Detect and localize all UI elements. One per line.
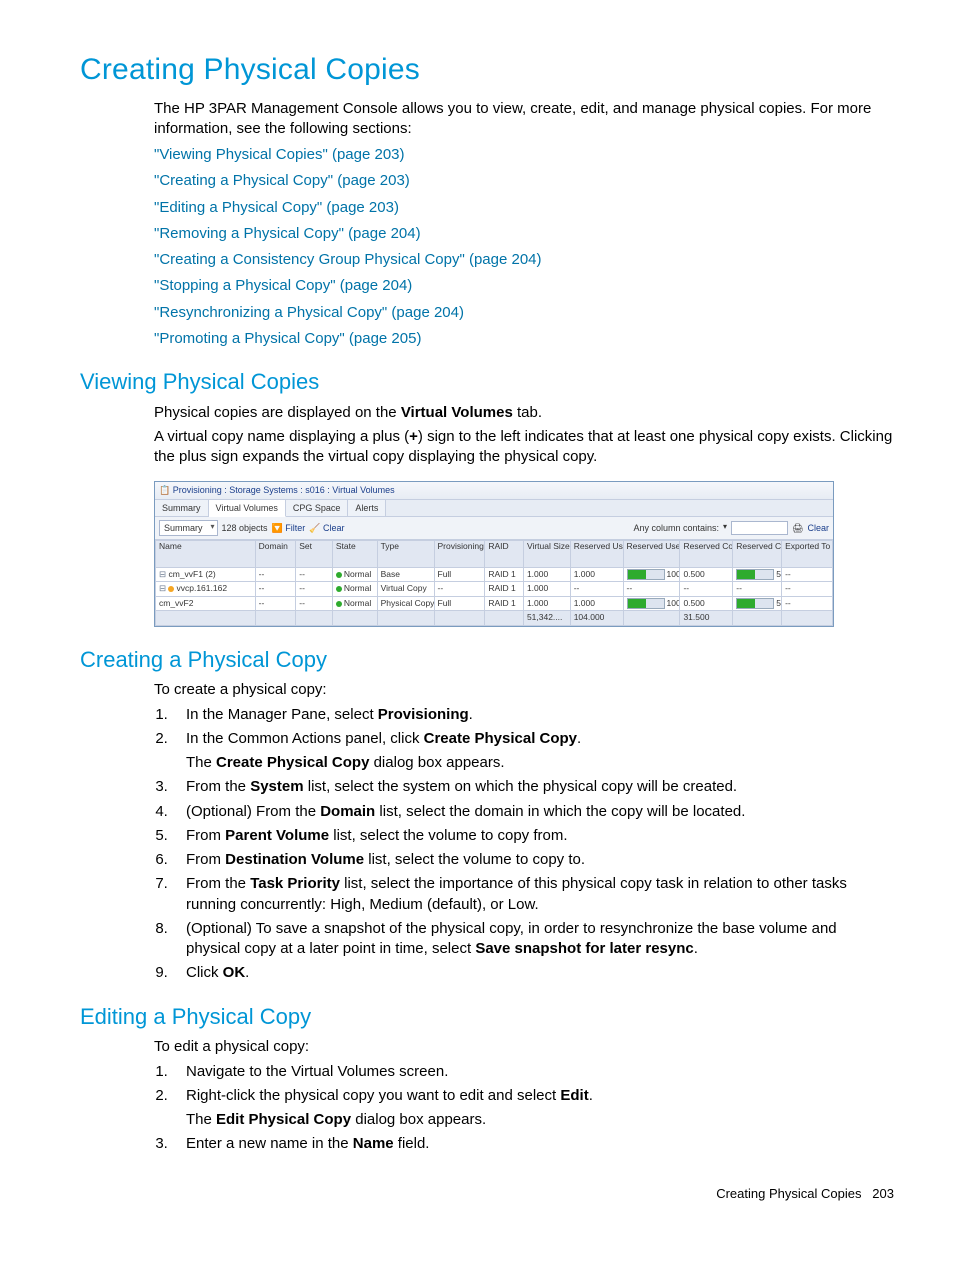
- col-header[interactable]: State: [332, 540, 377, 567]
- search-input[interactable]: [731, 521, 788, 535]
- print-icon[interactable]: 🖨: [792, 522, 803, 534]
- col-header[interactable]: Name: [156, 540, 256, 567]
- col-header[interactable]: Reserved Copy Size (GiB): [680, 540, 733, 567]
- create-lead: To create a physical copy:: [154, 680, 894, 700]
- toc-link-0[interactable]: "Viewing Physical Copies" (page 203): [154, 146, 405, 163]
- col-header[interactable]: Reserved User Size (% Virtual): [623, 540, 680, 567]
- view-dropdown[interactable]: Summary: [159, 520, 218, 536]
- toc-link-3[interactable]: "Removing a Physical Copy" (page 204): [154, 225, 421, 242]
- toc-link-7[interactable]: "Promoting a Physical Copy" (page 205): [154, 330, 421, 347]
- volumes-table: NameDomainSetStateTypeProvisioningRAIDVi…: [155, 540, 833, 626]
- table-row[interactable]: ⊟ vvcp.161.162----NormalVirtual Copy--RA…: [156, 582, 833, 596]
- toc-link-2[interactable]: "Editing a Physical Copy" (page 203): [154, 199, 399, 216]
- totals-row: 51,342....104.00031.500: [156, 611, 833, 625]
- col-header[interactable]: Reserved User Size (GiB): [570, 540, 623, 567]
- section-editing: Editing a Physical Copy: [80, 1002, 894, 1032]
- create-steps: In the Manager Pane, select Provisioning…: [154, 705, 894, 984]
- tab-cpg-space[interactable]: CPG Space: [286, 500, 349, 516]
- table-row[interactable]: cm_vvF2----NormalPhysical CopyFullRAID 1…: [156, 596, 833, 610]
- object-count: 128 objects: [222, 522, 268, 534]
- col-header[interactable]: Exported To: [782, 540, 833, 567]
- col-header[interactable]: Provisioning: [434, 540, 485, 567]
- col-header[interactable]: Virtual Size (GiB): [523, 540, 570, 567]
- tab-virtual-volumes[interactable]: Virtual Volumes: [209, 500, 286, 517]
- tab-alerts[interactable]: Alerts: [348, 500, 386, 516]
- col-header[interactable]: Set: [296, 540, 333, 567]
- toc-link-1[interactable]: "Creating a Physical Copy" (page 203): [154, 172, 410, 189]
- virtual-volumes-screenshot: 📋 Provisioning : Storage Systems : s016 …: [154, 481, 834, 626]
- col-header[interactable]: Domain: [255, 540, 296, 567]
- col-header[interactable]: Type: [377, 540, 434, 567]
- col-header[interactable]: Reserved Copy Size (% Virtual): [733, 540, 782, 567]
- tab-summary[interactable]: Summary: [155, 500, 209, 516]
- section-creating: Creating a Physical Copy: [80, 645, 894, 675]
- view-p2: A virtual copy name displaying a plus (+…: [154, 427, 894, 468]
- filter-link[interactable]: 🔽 Filter: [272, 522, 306, 534]
- column-filter-label: Any column contains:: [633, 522, 719, 534]
- toc-link-4[interactable]: "Creating a Consistency Group Physical C…: [154, 251, 542, 268]
- clear-tool-link[interactable]: 🧹 Clear: [309, 522, 344, 534]
- page-title: Creating Physical Copies: [80, 50, 894, 91]
- clear-link[interactable]: Clear: [807, 522, 829, 534]
- table-row[interactable]: ⊟ cm_vvF1 (2)----NormalBaseFullRAID 11.0…: [156, 567, 833, 581]
- edit-steps: Navigate to the Virtual Volumes screen. …: [154, 1062, 894, 1155]
- section-viewing: Viewing Physical Copies: [80, 367, 894, 397]
- toc-link-6[interactable]: "Resynchronizing a Physical Copy" (page …: [154, 304, 464, 321]
- intro-paragraph: The HP 3PAR Management Console allows yo…: [154, 99, 894, 140]
- breadcrumb: 📋 Provisioning : Storage Systems : s016 …: [155, 482, 833, 499]
- toc-link-5[interactable]: "Stopping a Physical Copy" (page 204): [154, 277, 412, 294]
- col-header[interactable]: RAID: [485, 540, 524, 567]
- page-footer: Creating Physical Copies 203: [80, 1185, 894, 1203]
- view-p1: Physical copies are displayed on the Vir…: [154, 403, 894, 423]
- edit-lead: To edit a physical copy:: [154, 1037, 894, 1057]
